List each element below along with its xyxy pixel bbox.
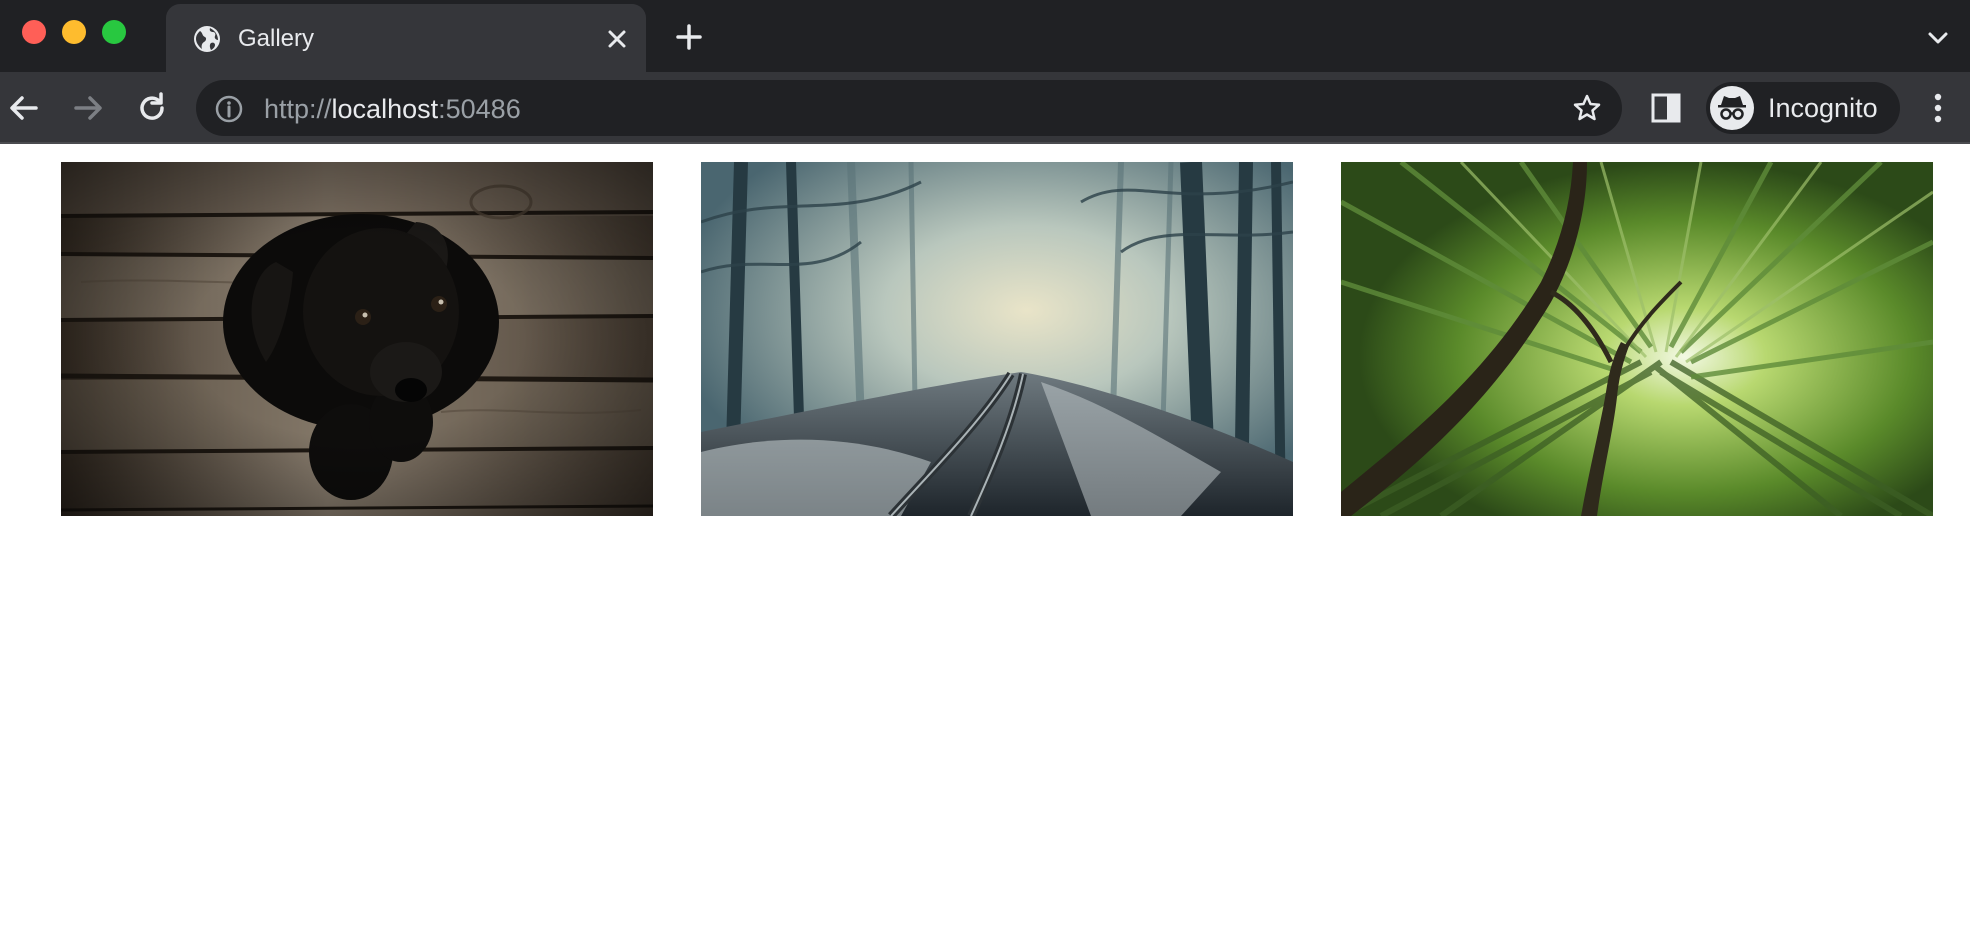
window-maximize-button[interactable] [102,20,126,44]
reload-button[interactable] [134,90,170,126]
gallery-image-puppy[interactable] [61,162,653,516]
profile-label: Incognito [1768,93,1878,123]
chevron-down-icon[interactable] [1926,26,1950,50]
window-close-button[interactable] [22,20,46,44]
more-menu-icon[interactable] [1924,90,1952,126]
browser-toolbar: http://localhost:50486 Incognito [0,72,1970,144]
gallery-image-bamboo-forest[interactable] [1341,162,1933,516]
tab-strip: Gallery [0,0,1970,72]
window-minimize-button[interactable] [62,20,86,44]
tab-title: Gallery [238,25,315,52]
gallery-image-forest-railway[interactable] [701,162,1293,516]
url-host: localhost [331,94,439,124]
page-content [0,146,1970,944]
profile-incognito-button[interactable]: Incognito [1706,82,1900,134]
address-bar[interactable]: http://localhost:50486 [196,80,1622,136]
info-icon[interactable] [214,94,244,124]
new-tab-button[interactable] [674,22,704,52]
incognito-icon [1710,86,1754,130]
side-panel-icon[interactable] [1650,92,1682,124]
forward-button[interactable] [70,90,106,126]
globe-icon [192,24,222,54]
url-port: :50486 [438,94,521,124]
url-text[interactable]: http://localhost:50486 [264,93,521,125]
tab-gallery[interactable]: Gallery [166,4,646,72]
url-scheme: http:// [264,94,332,124]
back-button[interactable] [6,90,42,126]
close-tab-icon[interactable] [604,26,630,52]
bookmark-star-icon[interactable] [1572,93,1602,123]
